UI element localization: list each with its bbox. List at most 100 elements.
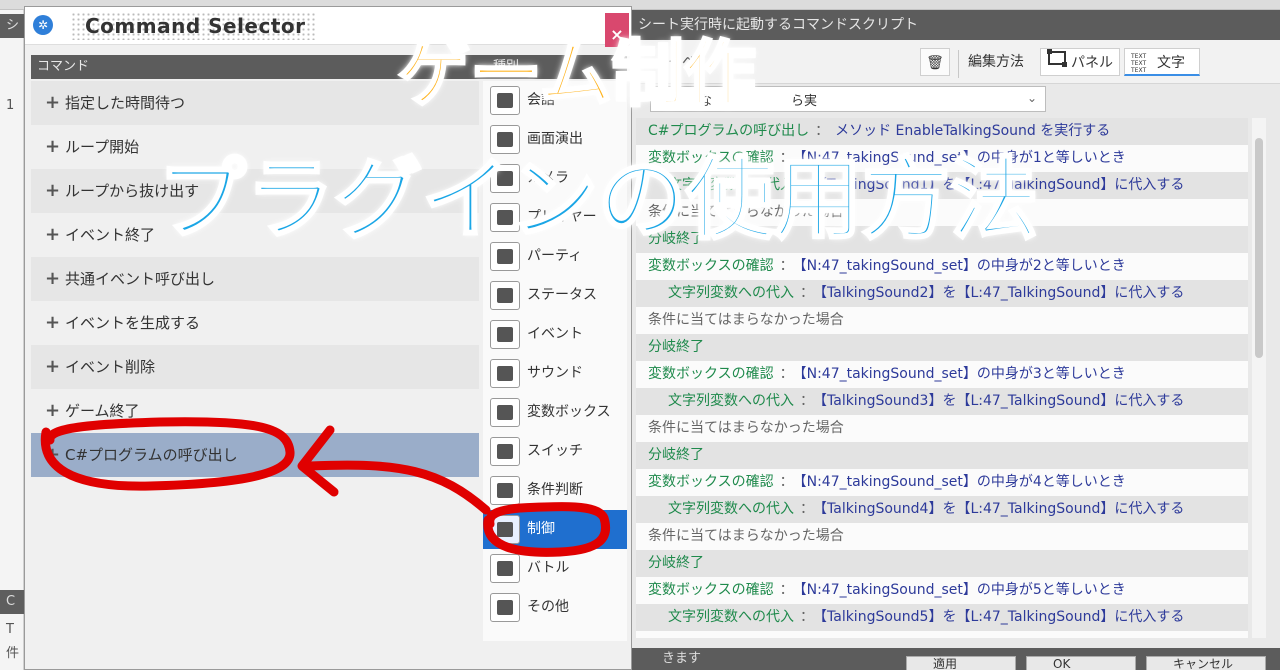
- category-item[interactable]: その他: [483, 588, 627, 627]
- script-line[interactable]: 文字列変数への代入 ： 【TalkingSound2】を【L:47_TalkingS…: [636, 280, 1248, 307]
- script-line[interactable]: 文字列変数への代入 ： 【TalkingSound3】を【L:47_TalkingS…: [636, 388, 1248, 415]
- dialog-title: Command Selector: [71, 12, 315, 40]
- command-item-label: ループ開始: [65, 138, 140, 156]
- text-mode-icon: TEXT TEXT TEXT: [1131, 52, 1147, 74]
- plus-icon: +: [45, 356, 61, 377]
- script-text: ：: [800, 501, 814, 517]
- command-item[interactable]: + ゲーム終了: [31, 389, 479, 433]
- plus-icon: +: [45, 224, 61, 245]
- script-command-name: 変数ボックスの確認: [648, 258, 774, 274]
- category-item-label: 変数ボックス: [527, 404, 611, 420]
- ok-button-label: OK: [1053, 657, 1071, 670]
- category-item[interactable]: 制御: [483, 510, 627, 549]
- script-command-name: 変数ボックスの確認: [648, 582, 774, 598]
- script-text: ：: [815, 123, 830, 139]
- script-line[interactable]: 文字列変数への代入 ： 【TalkingSound4】を【L:47_TalkingS…: [636, 496, 1248, 523]
- script-command-name: 文字列変数への代入: [668, 393, 794, 409]
- category-item[interactable]: 変数ボックス: [483, 393, 627, 432]
- panel-mode-button[interactable]: パネル: [1040, 48, 1120, 76]
- left-strip-row[interactable]: 1: [0, 94, 24, 118]
- command-item[interactable]: + イベント削除: [31, 345, 479, 389]
- script-text: ：: [779, 366, 794, 382]
- script-command-name: C#プログラムの呼び出し: [648, 123, 810, 139]
- command-item-label: C#プログラムの呼び出し: [65, 446, 238, 464]
- script-command-args: 【N:47_takingSound_set】の中身が4と等しいとき: [799, 474, 1126, 490]
- script-text: ：: [779, 582, 794, 598]
- category-item[interactable]: イベント: [483, 315, 627, 354]
- script-command-name: 文字列変数への代入: [668, 501, 794, 517]
- script-command-name: 変数ボックスの確認: [648, 366, 774, 382]
- category-item[interactable]: ステータス: [483, 276, 627, 315]
- script-command-name: 文字列変数への代入: [668, 609, 794, 625]
- command-item[interactable]: + イベントを生成する: [31, 301, 479, 345]
- script-line[interactable]: C#プログラムの呼び出し ： メソッド EnableTalkingSound を実行…: [636, 118, 1248, 145]
- script-line[interactable]: 条件に当てはまらなかった場合: [636, 523, 1248, 550]
- script-command-name: 文字列変数への代入: [668, 285, 794, 301]
- command-item-label: イベント終了: [65, 226, 156, 244]
- script-command-name: 分岐終了: [648, 447, 704, 463]
- category-item[interactable]: バトル: [483, 549, 627, 588]
- overlay-title-line1: ゲーム制作: [397, 31, 758, 118]
- cancel-button[interactable]: キャンセル: [1146, 656, 1266, 670]
- category-item[interactable]: サウンド: [483, 354, 627, 393]
- text-mode-button[interactable]: TEXT TEXT TEXT 文字: [1124, 48, 1200, 76]
- script-line[interactable]: 文字列変数への代入 ： 【TalkingSound5】を【L:47_TalkingS…: [636, 604, 1248, 631]
- script-command-name: 変数ボックスの確認: [648, 474, 774, 490]
- status-icon: [490, 281, 520, 310]
- script-command-args: メソッド EnableTalkingSound を実行する: [835, 123, 1111, 139]
- plus-icon: +: [45, 92, 61, 113]
- script-command-args: 【N:47_takingSound_set】の中身が2と等しいとき: [799, 258, 1126, 274]
- plus-icon: +: [45, 180, 61, 201]
- script-text: ：: [800, 393, 814, 409]
- chevron-down-icon: ⌄: [1026, 91, 1037, 105]
- script-command-args: 【TalkingSound3】を【L:47_TalkingSound】に代入する: [820, 393, 1185, 409]
- variable-box-icon: [490, 398, 520, 427]
- script-command-args: 【TalkingSound2】を【L:47_TalkingSound】に代入する: [820, 285, 1185, 301]
- plus-icon: +: [45, 136, 61, 157]
- script-line[interactable]: 分岐終了: [636, 334, 1248, 361]
- app-logo-icon: ✲: [33, 15, 53, 35]
- script-command-args: 【TalkingSound4】を【L:47_TalkingSound】に代入する: [820, 501, 1185, 517]
- category-item-label: スイッチ: [527, 443, 583, 459]
- script-line[interactable]: 分岐終了: [636, 442, 1248, 469]
- script-line[interactable]: 変数ボックスの確認 ： 【N:47_takingSound_set】の中身が3と等し…: [636, 361, 1248, 388]
- ok-button[interactable]: OK: [1026, 656, 1136, 670]
- apply-button[interactable]: 適用: [906, 656, 1016, 670]
- left-strip-section: C: [0, 590, 24, 614]
- script-text: ：: [800, 285, 814, 301]
- plus-icon: +: [45, 444, 61, 465]
- branch-icon: [490, 476, 520, 505]
- category-item[interactable]: スイッチ: [483, 432, 627, 471]
- script-scrollbar[interactable]: [1252, 118, 1266, 638]
- cancel-button-label: キャンセル: [1173, 657, 1234, 670]
- category-item[interactable]: 条件判断: [483, 471, 627, 510]
- command-item[interactable]: + C#プログラムの呼び出し: [31, 433, 479, 477]
- script-line[interactable]: 変数ボックスの確認 ： 【N:47_takingSound_set】の中身が5と等し…: [636, 577, 1248, 604]
- event-icon: [490, 320, 520, 349]
- command-item[interactable]: + 共通イベント呼び出し: [31, 257, 479, 301]
- script-line[interactable]: 条件に当てはまらなかった場合: [636, 415, 1248, 442]
- apply-button-label: 適用: [933, 657, 958, 670]
- left-panel-strip: シ 1 C T 件: [0, 10, 24, 670]
- script-text: ：: [800, 609, 814, 625]
- script-line[interactable]: 分岐終了: [636, 550, 1248, 577]
- panel-mode-label: パネル: [1071, 55, 1113, 71]
- script-line[interactable]: 条件に当てはまらなかった場合: [636, 307, 1248, 334]
- script-line[interactable]: 変数ボックスの確認 ： 【N:47_takingSound_set】の中身が4と等し…: [636, 469, 1248, 496]
- script-text: 条件に当てはまらなかった場合: [648, 528, 844, 544]
- category-item-label: サウンド: [527, 365, 583, 381]
- overlay-title-line2: プラグインの使用方法: [157, 147, 1040, 253]
- toolbar-separator: [958, 50, 959, 78]
- category-item-label: 制御: [527, 521, 555, 537]
- left-strip-row[interactable]: T: [0, 618, 24, 642]
- scrollbar-thumb[interactable]: [1255, 138, 1263, 358]
- script-text: 条件に当てはまらなかった場合: [648, 312, 844, 328]
- script-text: ：: [779, 258, 794, 274]
- script-command-name: 分岐終了: [648, 555, 704, 571]
- battle-icon: [490, 554, 520, 583]
- command-item-label: 指定した時間待つ: [65, 94, 186, 112]
- other-icon: [490, 593, 520, 622]
- category-item-label: 条件判断: [527, 482, 583, 498]
- trash-icon[interactable]: 🗑: [920, 48, 950, 76]
- category-item-label: その他: [527, 599, 569, 615]
